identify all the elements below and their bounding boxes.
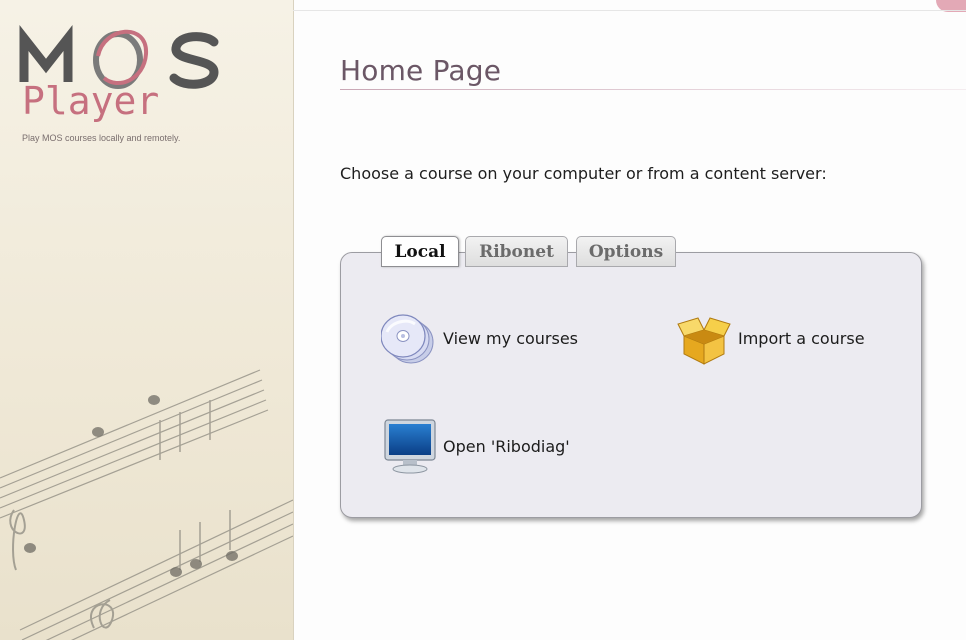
tab-ribonet[interactable]: Ribonet xyxy=(465,236,568,267)
open-box-icon xyxy=(677,317,731,365)
top-divider xyxy=(293,10,966,11)
tab-ribonet-label: Ribonet xyxy=(479,241,554,262)
monitor-icon xyxy=(384,419,436,474)
view-my-courses-button[interactable]: View my courses xyxy=(381,312,578,364)
sidebar: Player Play MOS courses locally and remo… xyxy=(0,0,294,640)
tab-local-label: Local xyxy=(394,241,446,262)
logo-player-text: Player xyxy=(22,79,159,123)
import-course-label: Import a course xyxy=(738,328,865,348)
tab-local[interactable]: Local xyxy=(381,236,459,267)
import-course-button[interactable]: Import a course xyxy=(676,310,865,366)
disc-stack-icon xyxy=(381,314,434,364)
instruction-text: Choose a course on your computer or from… xyxy=(340,164,827,183)
mos-player-logo: Player xyxy=(19,24,219,123)
course-source-panel xyxy=(340,252,922,518)
tagline: Play MOS courses locally and remotely. xyxy=(22,133,181,143)
tab-options[interactable]: Options xyxy=(576,236,676,267)
open-ribodiag-label: Open 'Ribodiag' xyxy=(443,436,570,456)
tab-options-label: Options xyxy=(588,241,664,262)
title-divider xyxy=(340,89,966,90)
view-my-courses-label: View my courses xyxy=(443,328,579,348)
page-title: Home Page xyxy=(340,54,502,87)
sheet-music-decoration xyxy=(0,369,293,640)
open-ribodiag-button[interactable]: Open 'Ribodiag' xyxy=(383,418,570,474)
